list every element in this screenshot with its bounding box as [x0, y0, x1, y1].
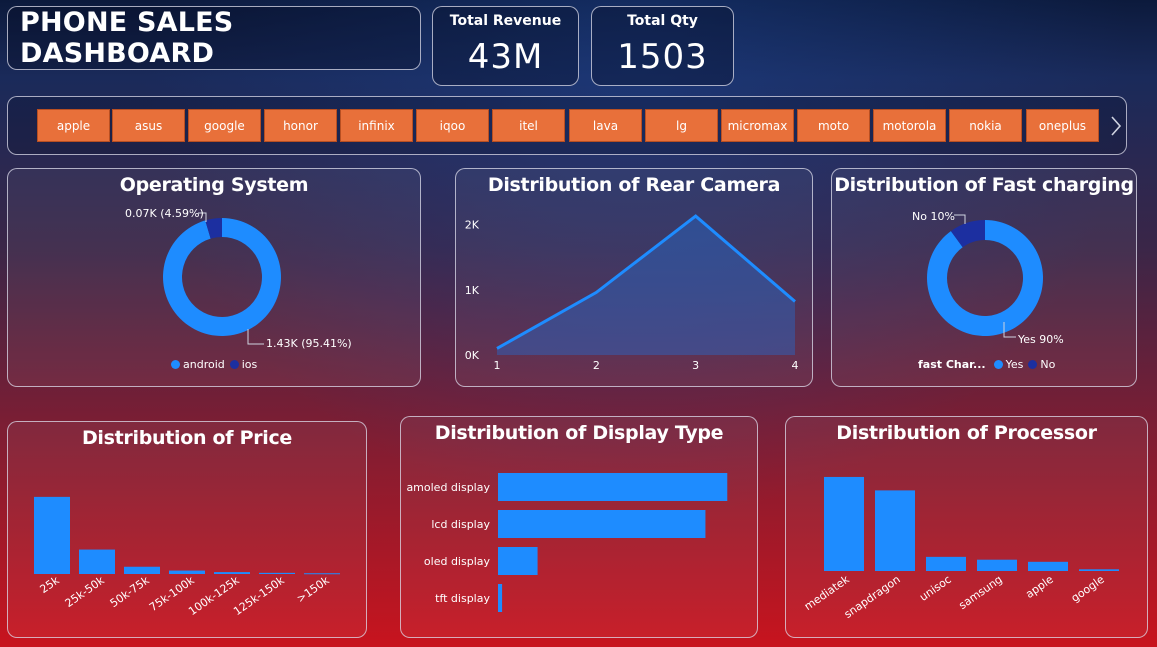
x-tick-label: 50k-75k	[108, 573, 153, 610]
price-bar-chart: 25k 25k-50k 50k-75k75k-100k100k-125k125k-1…	[34, 496, 340, 618]
y-tick-label: lcd display	[431, 518, 490, 531]
x-tick-label: mediatek	[802, 572, 852, 613]
legend-swatch	[993, 360, 1003, 369]
bar[interactable]	[824, 476, 864, 571]
bar[interactable]	[977, 559, 1017, 571]
brand-button[interactable]: apple	[37, 109, 110, 142]
x-tick-label: snapdragon	[842, 573, 903, 621]
leader-line	[247, 329, 264, 345]
data-label: No 10%	[912, 210, 955, 223]
bar[interactable]	[498, 547, 538, 575]
bar[interactable]	[1079, 569, 1119, 571]
brand-button[interactable]: oneplus	[1026, 109, 1099, 142]
fast-legend: fast Char... Yes No	[918, 358, 1055, 371]
kpi-label: Total Revenue	[449, 13, 562, 29]
bar[interactable]	[79, 549, 115, 574]
brand-button[interactable]: nokia	[949, 109, 1022, 142]
kpi-total-qty: Total Qty 1503	[591, 6, 734, 86]
x-tick-label: 25k	[38, 573, 63, 596]
y-tick-label: 2K	[465, 219, 480, 232]
brand-button[interactable]: google	[188, 109, 261, 142]
fast-charging-donut-chart: No 10% Yes 90%	[912, 210, 1064, 346]
legend-swatch	[171, 360, 180, 369]
x-tick-label: 3	[692, 359, 699, 372]
brand-button[interactable]: asus	[112, 109, 185, 142]
kpi-total-revenue: Total Revenue 43M	[432, 6, 579, 86]
donut-slice-android[interactable]	[163, 218, 282, 336]
chevron-right-icon[interactable]	[1108, 113, 1124, 139]
y-tick-label: 0K	[465, 349, 480, 362]
legend-title: fast Char...	[918, 358, 986, 371]
brand-button[interactable]: lg	[645, 109, 718, 142]
bar[interactable]	[259, 572, 295, 574]
area-fill	[497, 216, 795, 355]
rear-camera-card: Distribution of Rear Camera 0K 1K 2K 1234	[455, 168, 813, 387]
x-tick-label: 2	[593, 359, 600, 372]
bar[interactable]	[498, 473, 728, 501]
brand-button[interactable]: infinix	[340, 109, 413, 142]
data-label: 0.07K (4.59%)	[125, 207, 204, 220]
legend-swatch	[229, 360, 239, 369]
os-card: Operating System 0.07K (4.59%) 1.43K (95…	[7, 168, 421, 387]
legend-item[interactable]: ios	[242, 358, 258, 371]
processor-card: Distribution of Processor mediatek snapdr…	[785, 416, 1148, 638]
y-tick-label: oled display	[424, 555, 491, 568]
legend-swatch	[1028, 360, 1038, 369]
bar[interactable]	[926, 556, 966, 571]
dashboard-title-card: PHONE SALES DASHBOARD	[7, 6, 421, 70]
x-tick-label: >150k	[294, 573, 332, 605]
bar[interactable]	[1028, 561, 1068, 571]
bar[interactable]	[34, 496, 70, 574]
legend-item[interactable]: No	[1040, 358, 1055, 371]
fast-charging-card: Distribution of Fast charging No 10% Yes…	[831, 168, 1137, 387]
os-donut-chart: 0.07K (4.59%) 1.43K (95.41%)	[125, 207, 352, 350]
brand-button[interactable]: micromax	[721, 109, 794, 142]
brand-button[interactable]: itel	[492, 109, 565, 142]
bar[interactable]	[214, 572, 250, 574]
processor-bar-chart: mediateksnapdragon unisoc samsung apple goog…	[802, 476, 1119, 621]
legend-item[interactable]: android	[183, 358, 225, 371]
price-card: Distribution of Price 25k 25k-50k 50k-75k 7…	[7, 421, 367, 638]
bar[interactable]	[875, 490, 915, 571]
brand-button[interactable]: honor	[264, 109, 337, 142]
y-tick-label: tft display	[435, 592, 490, 605]
x-tick-label: 25k-50k	[63, 573, 108, 610]
brand-button[interactable]: moto	[797, 109, 870, 142]
kpi-value: 43M	[467, 37, 544, 77]
leader-line	[954, 214, 966, 224]
bar[interactable]	[169, 570, 205, 574]
os-legend: android ios	[166, 358, 257, 371]
brand-slicer: apple asus google honor infinix iqoo ite…	[7, 96, 1127, 155]
x-tick-label: 1	[494, 359, 501, 372]
page-title: PHONE SALES DASHBOARD	[20, 7, 234, 69]
data-label: Yes 90%	[1017, 333, 1064, 346]
x-tick-label: samsung	[956, 573, 1004, 612]
data-label: 1.43K (95.41%)	[266, 337, 352, 350]
bar[interactable]	[498, 510, 706, 538]
display-type-bar-chart: amoled display lcd display oled display tft…	[406, 473, 728, 612]
x-tick-label: 4	[792, 359, 799, 372]
kpi-value: 1503	[617, 37, 708, 77]
brand-button[interactable]: motorola	[873, 109, 946, 142]
rear-camera-area-chart: 0K 1K 2K 1 2 3 4	[465, 214, 799, 372]
brand-button[interactable]: lava	[569, 109, 642, 142]
legend-item[interactable]: Yes	[1006, 358, 1024, 371]
brand-button[interactable]: iqoo	[416, 109, 489, 142]
x-tick-label: google	[1069, 573, 1107, 605]
y-tick-label: 1K	[465, 284, 480, 297]
y-tick-label: amoled display	[406, 481, 490, 494]
bar[interactable]	[124, 566, 160, 574]
display-type-card: Distribution of Display Type amoled disp…	[400, 416, 758, 638]
x-tick-label: unisoc	[917, 573, 954, 604]
bar[interactable]	[304, 573, 340, 575]
x-tick-label: apple	[1023, 573, 1056, 601]
bar[interactable]	[498, 584, 503, 612]
kpi-label: Total Qty	[627, 13, 698, 29]
x-tick-label: 125k-150k	[231, 573, 287, 618]
